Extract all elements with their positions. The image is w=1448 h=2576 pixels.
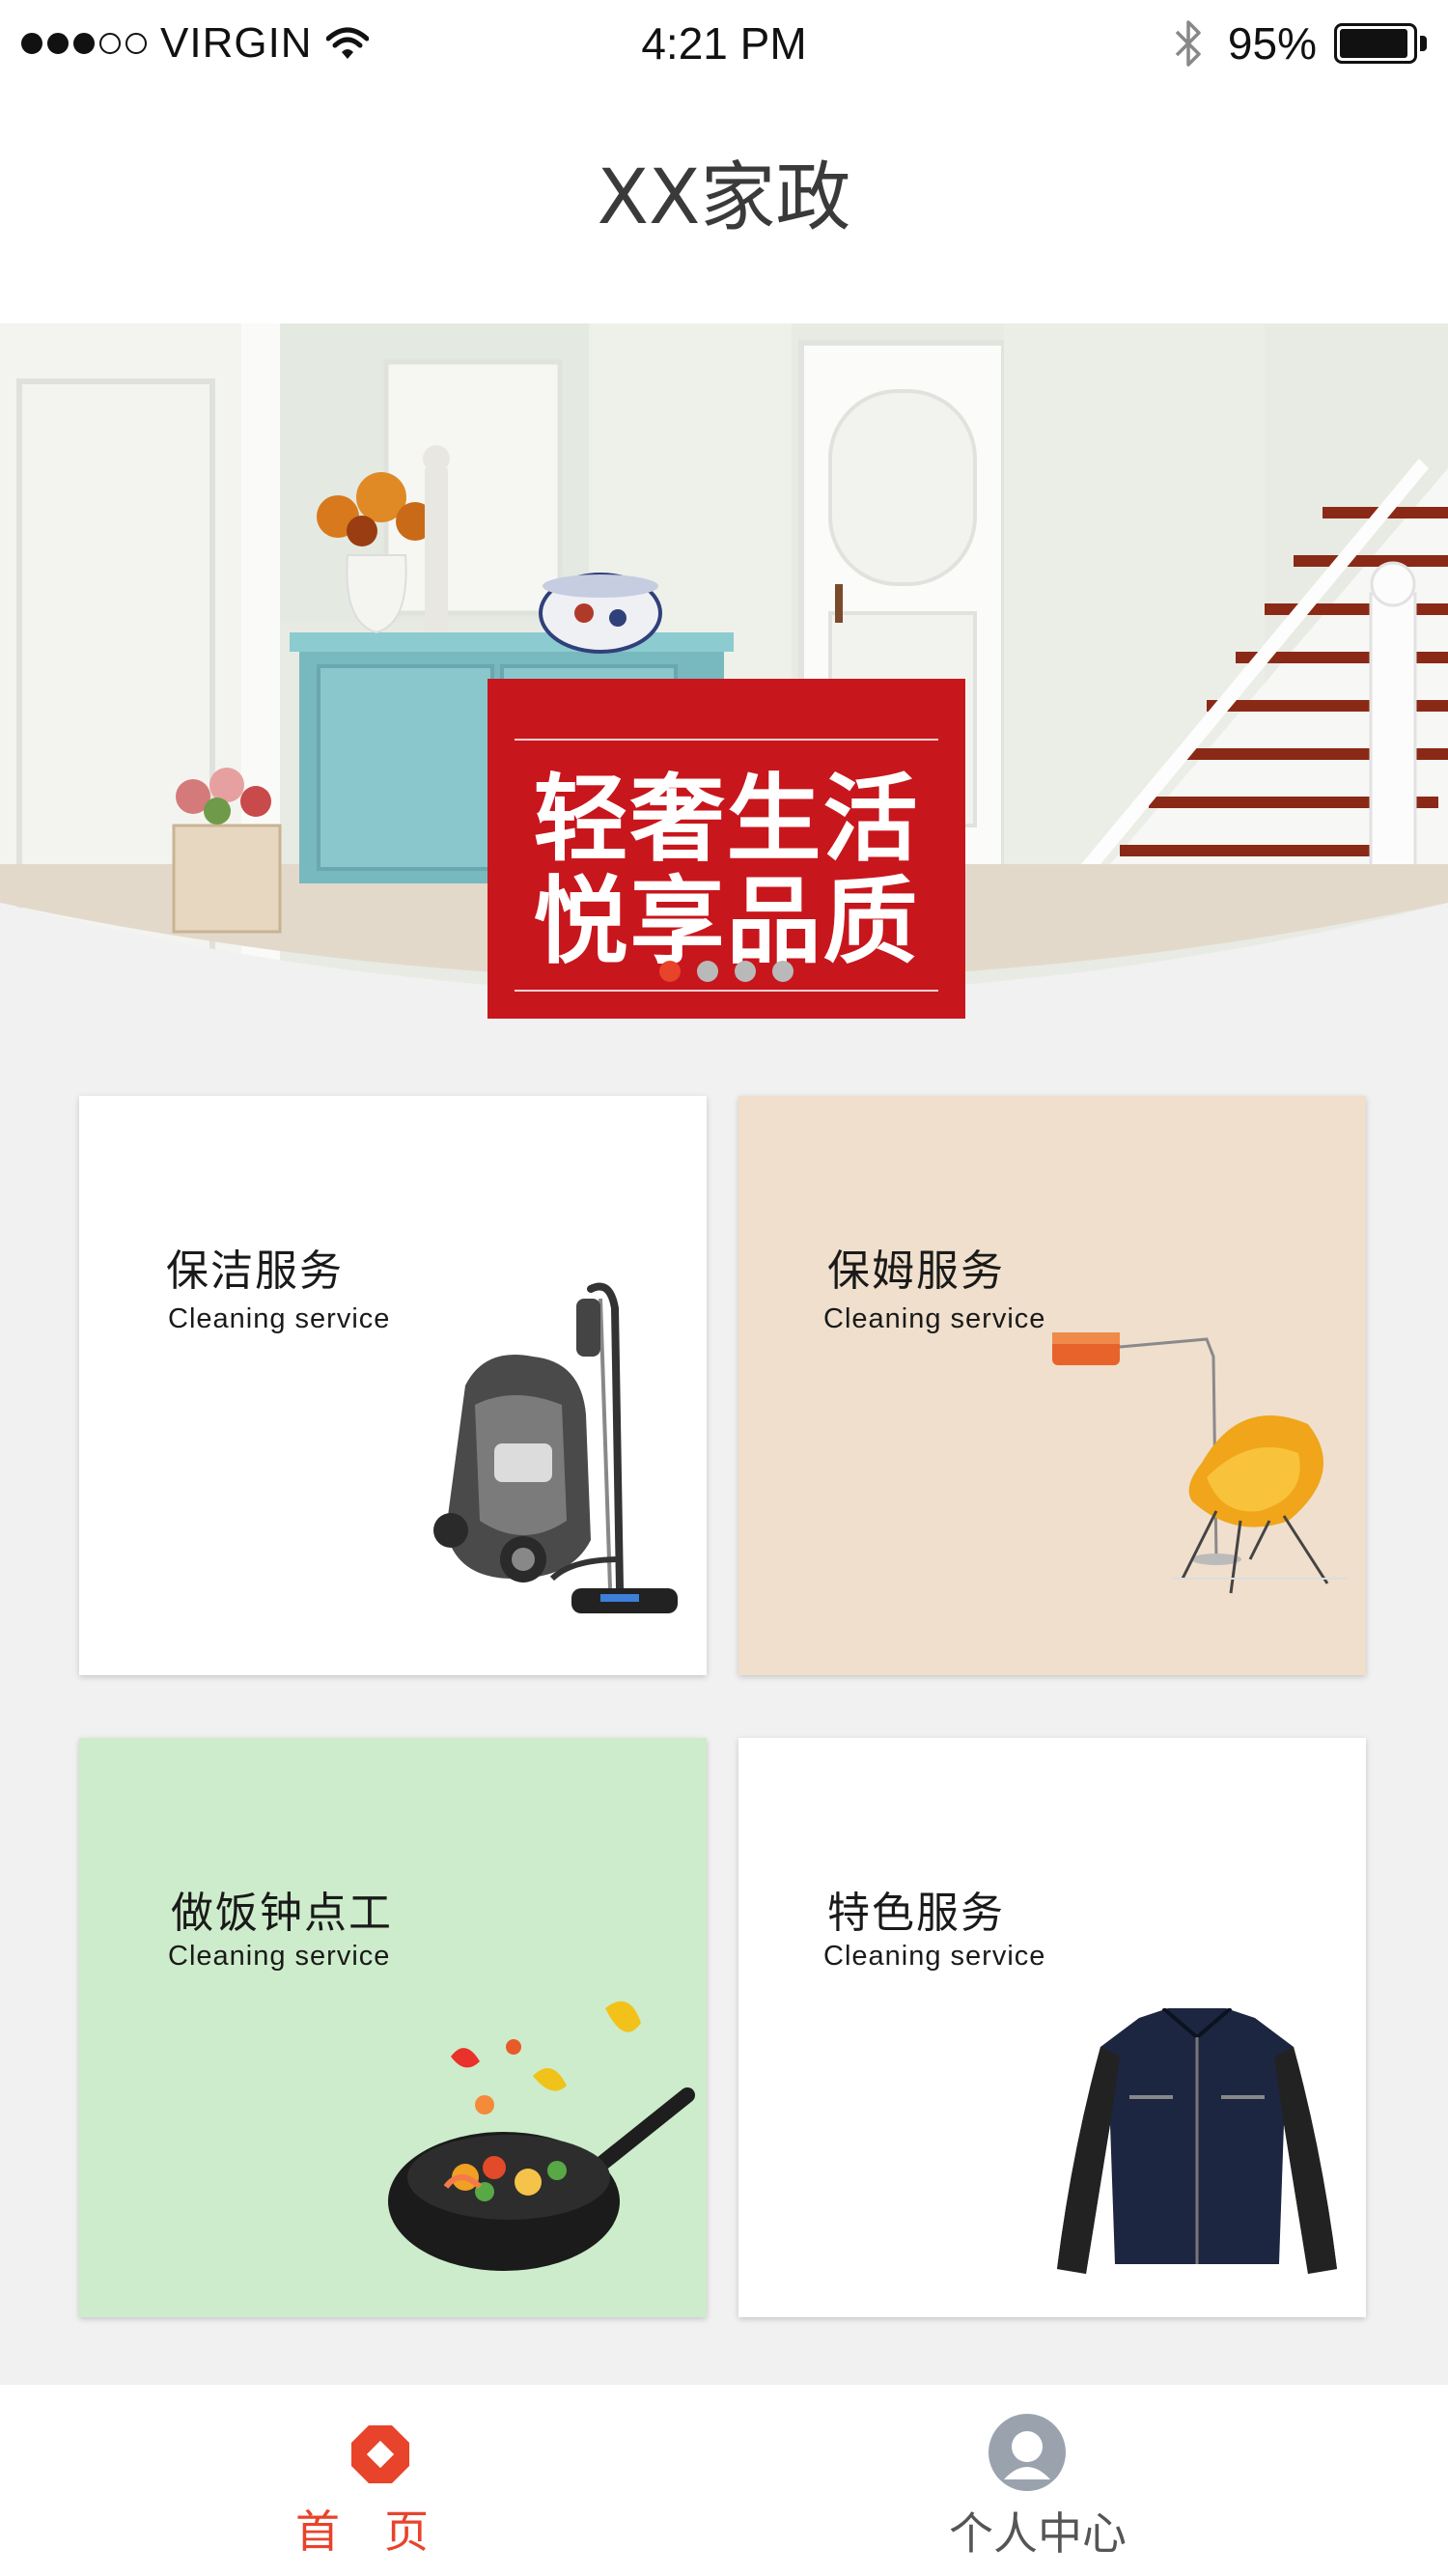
promo-banner[interactable]: 轻奢生活 悦享品质 <box>0 323 1448 1019</box>
jacket-icon <box>1057 2008 1337 2274</box>
tab-home-label: 首 页 <box>295 2506 429 2558</box>
service-subtitle: Cleaning service <box>168 1941 391 1972</box>
carousel-dot-4[interactable] <box>772 961 794 982</box>
service-subtitle: Cleaning service <box>823 1303 1046 1334</box>
promo-line-2: 悦享品质 <box>533 867 920 977</box>
profile-icon <box>989 2414 1066 2491</box>
promo-top-divider <box>515 739 938 741</box>
service-card-cleaning[interactable]: 保洁服务 Cleaning service <box>79 1096 707 1675</box>
promo-bottom-divider <box>515 990 938 992</box>
status-right: 95% <box>1172 15 1427 71</box>
service-title: 保洁服务 <box>166 1246 344 1296</box>
bottom-tab-bar: 首 页 个人中心 <box>0 2385 1448 2576</box>
chair-lamp-icon <box>1052 1332 1347 1594</box>
service-title: 特色服务 <box>827 1889 1005 1938</box>
carousel-dot-1[interactable] <box>659 961 681 982</box>
status-bar: VIRGIN 4:21 PM 95% <box>0 0 1448 87</box>
home-icon <box>351 2425 409 2483</box>
navigation-bar: XX家政 <box>0 87 1448 323</box>
bluetooth-icon <box>1175 20 1201 67</box>
battery-percent: 95% <box>1227 18 1317 69</box>
promo-line-1: 轻奢生活 <box>533 765 920 875</box>
service-card-nanny[interactable]: 保姆服务 Cleaning service <box>738 1096 1366 1675</box>
service-card-cooking[interactable]: 做饭钟点工 Cleaning service <box>79 1738 707 2317</box>
service-card-special[interactable]: 特色服务 Cleaning service <box>738 1738 1366 2317</box>
page-title: XX家政 <box>597 154 851 241</box>
service-title: 做饭钟点工 <box>171 1889 393 1938</box>
carousel-indicator[interactable] <box>659 961 794 982</box>
carousel-dot-2[interactable] <box>697 961 718 982</box>
carousel-dot-3[interactable] <box>735 961 756 982</box>
service-subtitle: Cleaning service <box>823 1941 1046 1972</box>
tab-home[interactable]: 首 页 <box>0 2385 724 2576</box>
service-title: 保姆服务 <box>827 1246 1005 1296</box>
vacuum-cleaner-icon <box>433 1282 678 1613</box>
battery-icon <box>1334 23 1427 64</box>
tab-profile-label: 个人中心 <box>949 2507 1127 2560</box>
tab-profile[interactable]: 个人中心 <box>676 2385 1400 2576</box>
wok-icon <box>388 2001 695 2271</box>
service-subtitle: Cleaning service <box>168 1303 391 1334</box>
